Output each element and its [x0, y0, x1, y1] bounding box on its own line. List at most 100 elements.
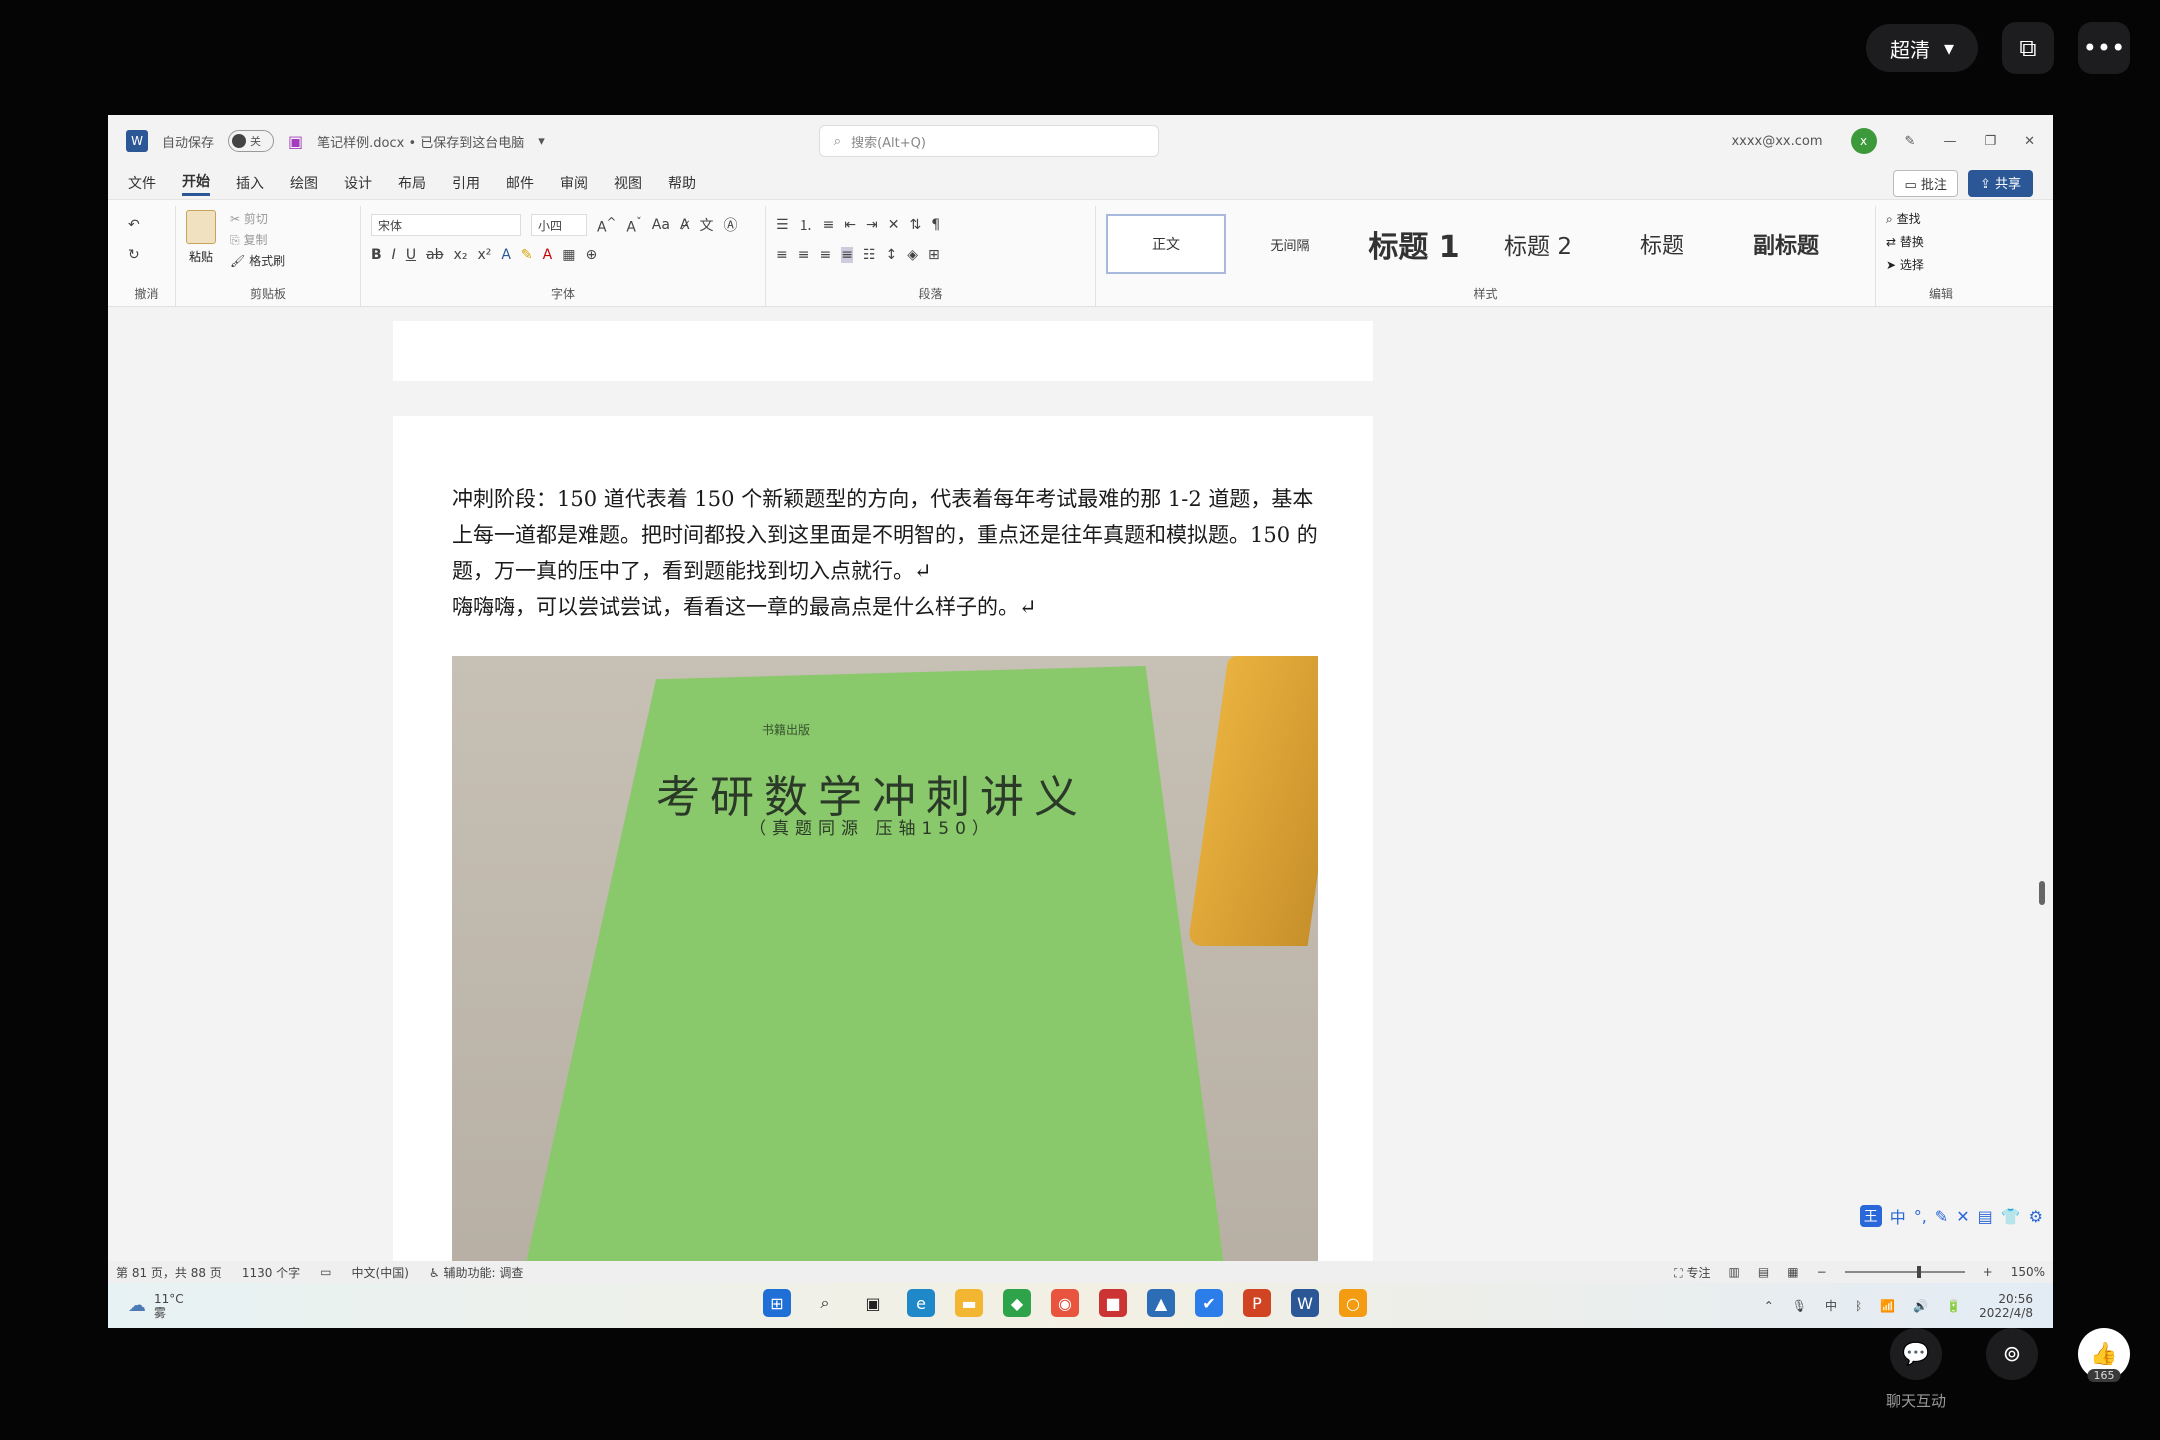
settings-icon[interactable]: ⚙ [2029, 1207, 2043, 1226]
enclose-char-icon[interactable]: ⊕ [585, 247, 597, 263]
language[interactable]: 中文(中国) [352, 1264, 409, 1281]
zoom-slider[interactable] [1844, 1266, 1965, 1278]
weather-widget[interactable]: ☁ 11°C 雾 [128, 1292, 184, 1320]
undo-button[interactable]: ↶ [128, 210, 165, 240]
copy-button[interactable]: ⎘ 复制 [230, 231, 285, 248]
text-effects-icon[interactable]: A [501, 247, 511, 263]
underline-icon[interactable]: U [406, 247, 416, 263]
avatar[interactable]: x [1850, 128, 1877, 154]
increase-indent-icon[interactable]: ⇥ [866, 217, 878, 233]
font-color-icon[interactable]: A [543, 247, 553, 263]
page-count[interactable]: 第 81 页，共 88 页 [116, 1264, 222, 1281]
chat-button[interactable]: 💬 聊天互动 [1886, 1328, 1946, 1411]
vertical-scrollbar[interactable] [2037, 321, 2047, 1261]
tools-icon[interactable]: ✕ [1956, 1207, 1969, 1226]
edge-icon[interactable]: e [907, 1289, 935, 1317]
border-char-icon[interactable]: Ⓐ [724, 215, 738, 235]
pen-icon[interactable]: ✎ [1905, 134, 1916, 149]
document-canvas[interactable]: 冲刺阶段：150 道代表着 150 个新颖题型的方向，代表着每年考试最难的那 1… [108, 321, 2053, 1316]
share-button[interactable]: ⇪ 共享 [1967, 169, 2033, 197]
autosave-toggle[interactable]: 关 [228, 130, 275, 152]
paragraph[interactable]: 嗨嗨嗨，可以尝试尝试，看看这一章的最高点是什么样子的。↵ [452, 589, 1318, 625]
cut-button[interactable]: ✂ 剪切 [230, 210, 285, 227]
app-green-icon[interactable]: ◆ [1003, 1289, 1031, 1317]
app-blue-icon[interactable]: ✔ [1195, 1289, 1223, 1317]
borders-icon[interactable]: ⊞ [928, 247, 940, 263]
format-painter-button[interactable]: 🖌 格式刷 [230, 252, 285, 269]
microphone-icon[interactable]: 🎙 [1792, 1299, 1807, 1313]
line-spacing-icon[interactable]: ↕ [886, 247, 898, 263]
ime-tray-icon[interactable]: 中 [1825, 1297, 1837, 1314]
skin-icon[interactable]: 👕 [2001, 1207, 2021, 1226]
find-button[interactable]: ⌕ 查找 [1886, 210, 1996, 227]
comments-button[interactable]: ▭ 批注 [1893, 169, 1958, 197]
tab-mailings[interactable]: 邮件 [506, 173, 534, 193]
decrease-indent-icon[interactable]: ⇤ [844, 217, 856, 233]
replace-button[interactable]: ⇄ 替换 [1886, 233, 1996, 250]
align-right-icon[interactable]: ≡ [819, 247, 831, 263]
word-count[interactable]: 1130 个字 [242, 1264, 300, 1281]
powerpoint-icon[interactable]: P [1243, 1289, 1271, 1317]
volume-icon[interactable]: 🔊 [1913, 1299, 1928, 1313]
redo-button[interactable]: ↻ [128, 240, 165, 270]
font-size-select[interactable]: 小四 [531, 214, 587, 236]
tab-draw[interactable]: 绘图 [290, 173, 318, 193]
subscript-icon[interactable]: x₂ [454, 247, 468, 263]
read-mode-icon[interactable]: ▥ [1729, 1265, 1740, 1279]
superscript-icon[interactable]: x² [477, 247, 491, 263]
shading-icon[interactable]: ◈ [907, 247, 918, 263]
restore-icon[interactable]: ❐ [1984, 134, 1996, 149]
zoom-level[interactable]: 150% [2011, 1265, 2045, 1279]
link-button[interactable]: ⊚ [1986, 1328, 2038, 1380]
tab-references[interactable]: 引用 [452, 173, 480, 193]
punctuation-icon[interactable]: °, [1914, 1207, 1927, 1226]
zoom-out-icon[interactable]: − [1817, 1265, 1827, 1279]
tab-file[interactable]: 文件 [128, 173, 156, 193]
clear-format-icon[interactable]: A̷ [680, 217, 690, 233]
ime-logo-icon[interactable]: 王 [1859, 1205, 1882, 1227]
like-button[interactable]: 👍 165 [2078, 1328, 2130, 1382]
clock[interactable]: 20:56 2022/4/8 [1979, 1292, 2033, 1320]
share-screen-icon[interactable]: ⧉ [2002, 22, 2054, 74]
proofing-icon[interactable]: ▭ [320, 1265, 331, 1279]
windows-start-icon[interactable]: ⊞ [763, 1289, 791, 1317]
tab-home[interactable]: 开始 [182, 171, 210, 196]
close-icon[interactable]: ✕ [2024, 134, 2035, 149]
align-left-icon[interactable]: ≡ [776, 247, 788, 263]
app-red-icon[interactable]: ■ [1099, 1289, 1127, 1317]
tab-view[interactable]: 视图 [614, 173, 642, 193]
tab-design[interactable]: 设计 [344, 173, 372, 193]
style-heading-2[interactable]: 标题 2 [1478, 214, 1598, 274]
photos-icon[interactable]: ▲ [1147, 1289, 1175, 1317]
scrollbar-thumb[interactable] [2039, 881, 2045, 905]
shrink-font-icon[interactable]: Aˇ [626, 215, 641, 236]
pen-icon[interactable]: ✎ [1935, 1207, 1948, 1226]
app-orange-icon[interactable]: ○ [1339, 1289, 1367, 1317]
zoom-in-icon[interactable]: + [1983, 1265, 1993, 1279]
ime-mode[interactable]: 中 [1890, 1204, 1906, 1228]
align-center-icon[interactable]: ≡ [798, 247, 810, 263]
style-no-spacing[interactable]: 无间隔 [1230, 214, 1350, 274]
select-button[interactable]: ➤ 选择 [1886, 256, 1996, 273]
bullets-icon[interactable]: ☰ [776, 217, 789, 233]
chrome-icon[interactable]: ◉ [1051, 1289, 1079, 1317]
style-heading-1[interactable]: 标题 1 [1354, 214, 1474, 274]
save-icon[interactable]: ▣ [288, 132, 303, 151]
numbering-icon[interactable]: ⒈ [799, 215, 813, 235]
search-icon[interactable]: ⌕ [811, 1289, 839, 1317]
char-shading-icon[interactable]: ▦ [562, 247, 575, 263]
tab-insert[interactable]: 插入 [236, 173, 264, 193]
bold-icon[interactable]: B [371, 247, 382, 263]
document-page[interactable]: 冲刺阶段：150 道代表着 150 个新颖题型的方向，代表着每年考试最难的那 1… [393, 416, 1373, 1316]
grow-font-icon[interactable]: A^ [597, 215, 616, 236]
chinese-layout-icon[interactable]: ✕ [888, 217, 900, 233]
font-name-select[interactable]: 宋体 [371, 214, 521, 236]
embedded-photo[interactable]: 书籍出版 考研数学冲刺讲义 （真题同源 压轴150） [452, 656, 1318, 1296]
more-options-icon[interactable]: ••• [2078, 22, 2130, 74]
distributed-icon[interactable]: ☷ [863, 247, 876, 263]
show-marks-icon[interactable]: ¶ [931, 217, 940, 233]
tab-review[interactable]: 审阅 [560, 173, 588, 193]
style-normal[interactable]: 正文 [1106, 214, 1226, 274]
keyboard-icon[interactable]: ▤ [1978, 1207, 1993, 1226]
phonetic-icon[interactable]: 文 [700, 215, 714, 235]
